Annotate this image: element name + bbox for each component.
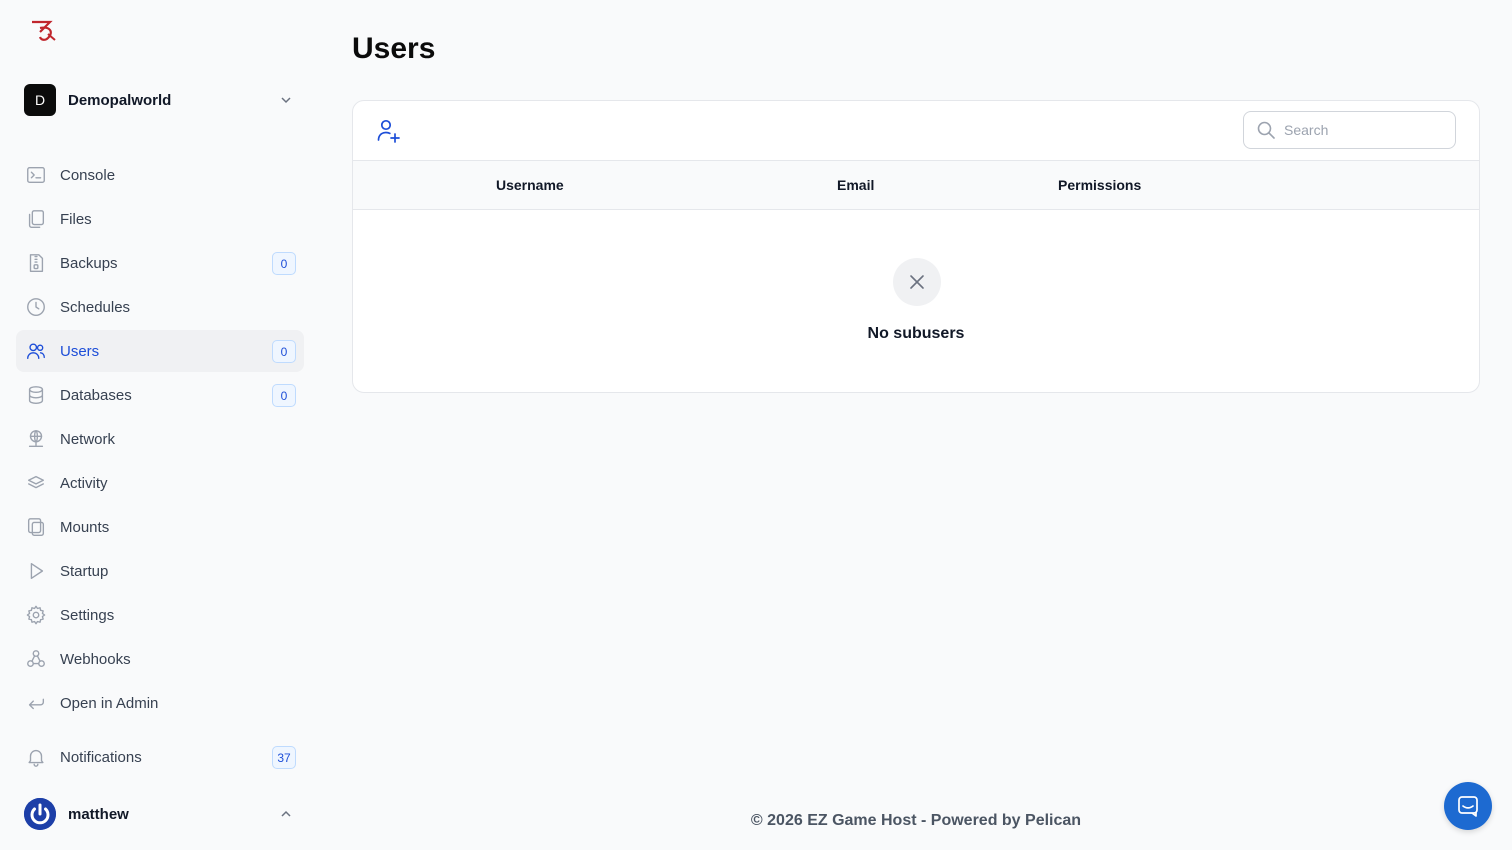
sidebar-item-mounts[interactable]: Mounts — [16, 506, 304, 548]
add-user-button[interactable] — [375, 117, 403, 145]
sidebar-item-console[interactable]: Console — [16, 154, 304, 196]
notifications-section: Notifications 37 — [16, 736, 304, 780]
username-label: matthew — [68, 805, 129, 823]
server-avatar: D — [24, 84, 56, 116]
chat-icon — [1458, 796, 1478, 817]
sidebar-item-webhooks[interactable]: Webhooks — [16, 638, 304, 680]
user-menu[interactable]: matthew — [24, 797, 300, 831]
stack-icon — [24, 471, 48, 495]
chat-button[interactable] — [1444, 782, 1492, 830]
play-icon — [24, 559, 48, 583]
sidebar-item-label: Databases — [60, 386, 132, 404]
sidebar-item-files[interactable]: Files — [16, 198, 304, 240]
sidebar-item-schedules[interactable]: Schedules — [16, 286, 304, 328]
sidebar-item-label: Schedules — [60, 298, 131, 316]
notifications-count-badge: 37 — [272, 746, 296, 769]
terminal-icon — [24, 163, 48, 187]
users-table-card: Username Email Permissions No subusers — [352, 100, 1480, 393]
databases-count-badge: 0 — [272, 384, 296, 407]
sidebar-item-label: Notifications — [60, 748, 142, 766]
footer-text: © 2026 EZ Game Host - Powered by Pelican — [750, 812, 1082, 829]
sidebar-item-settings[interactable]: Settings — [16, 594, 304, 636]
bell-icon — [24, 745, 48, 769]
column-header-permissions[interactable]: Permissions — [1058, 177, 1141, 193]
empty-state: No subusers — [353, 210, 1479, 392]
search-icon — [1257, 121, 1275, 139]
zip-icon — [24, 251, 48, 275]
server-switcher[interactable]: D Demopalworld — [24, 84, 300, 116]
close-icon — [910, 275, 924, 289]
sidebar-item-label: Users — [60, 342, 100, 360]
mounts-icon — [24, 515, 48, 539]
sidebar-item-databases[interactable]: Databases 0 — [16, 374, 304, 416]
sidebar-nav: Console Files Backups 0 Schedules Users … — [16, 154, 304, 726]
sidebar-item-startup[interactable]: Startup — [16, 550, 304, 592]
chevron-down-icon — [281, 97, 291, 104]
avatar — [24, 798, 56, 830]
files-icon — [24, 207, 48, 231]
sidebar-item-label: Settings — [60, 606, 115, 624]
sidebar-item-backups[interactable]: Backups 0 — [16, 242, 304, 284]
gear-icon — [24, 603, 48, 627]
user-plus-icon — [377, 119, 400, 143]
empty-state-text: No subusers — [867, 325, 965, 342]
users-icon — [24, 339, 48, 363]
table-header: Username Email Permissions — [353, 161, 1479, 210]
clock-icon — [24, 295, 48, 319]
sidebar-item-label: Webhooks — [60, 650, 131, 668]
sidebar-item-notifications[interactable]: Notifications 37 — [16, 736, 304, 778]
search-box — [1243, 111, 1456, 149]
network-icon — [24, 427, 48, 451]
sidebar-item-label: Files — [60, 210, 92, 228]
column-header-email[interactable]: Email — [837, 177, 874, 193]
sidebar-item-label: Activity — [60, 474, 108, 492]
webhook-icon — [24, 647, 48, 671]
backups-count-badge: 0 — [272, 252, 296, 275]
server-name: Demopalworld — [68, 91, 172, 109]
empty-state-badge — [893, 258, 941, 306]
return-arrow-icon — [24, 691, 48, 715]
sidebar-item-label: Backups — [60, 254, 118, 272]
sidebar-item-label: Startup — [60, 562, 109, 580]
sidebar-item-label: Network — [60, 430, 116, 448]
brand-logo[interactable] — [28, 18, 60, 46]
sidebar-item-label: Console — [60, 166, 116, 184]
page-title: Users — [352, 32, 436, 65]
sidebar-item-label: Open in Admin — [60, 694, 159, 712]
table-toolbar — [353, 101, 1479, 161]
sidebar: D Demopalworld Console Files Backups 0 S… — [0, 0, 320, 850]
sidebar-item-network[interactable]: Network — [16, 418, 304, 460]
chevron-up-icon — [281, 810, 291, 817]
sidebar-item-open-in-admin[interactable]: Open in Admin — [16, 682, 304, 724]
sidebar-item-label: Mounts — [60, 518, 110, 536]
database-icon — [24, 383, 48, 407]
column-header-username[interactable]: Username — [496, 177, 564, 193]
users-count-badge: 0 — [272, 340, 296, 363]
sidebar-item-users[interactable]: Users 0 — [16, 330, 304, 372]
sidebar-item-activity[interactable]: Activity — [16, 462, 304, 504]
power-icon — [24, 798, 56, 830]
search-input[interactable] — [1284, 122, 1444, 138]
